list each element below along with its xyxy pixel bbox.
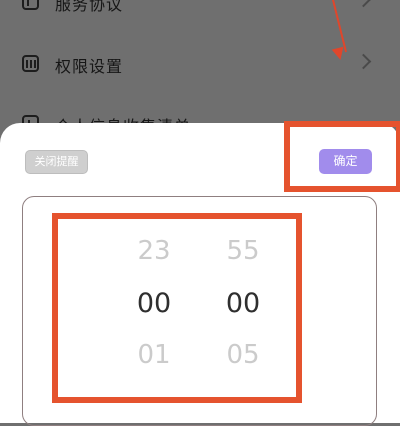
settings-item-label: 服务协议 [55, 0, 124, 14]
close-reminder-button[interactable]: 关闭提醒 [25, 150, 88, 174]
annotation-box-confirm [284, 121, 400, 192]
permission-icon [22, 55, 39, 72]
annotation-box-picker [52, 213, 302, 403]
chevron-right-icon [355, 53, 372, 70]
settings-item-label: 权限设置 [55, 57, 124, 76]
chevron-right-icon [355, 0, 372, 8]
document-icon [22, 0, 39, 10]
settings-item-service-agreement[interactable]: 服务协议 [0, 0, 400, 24]
